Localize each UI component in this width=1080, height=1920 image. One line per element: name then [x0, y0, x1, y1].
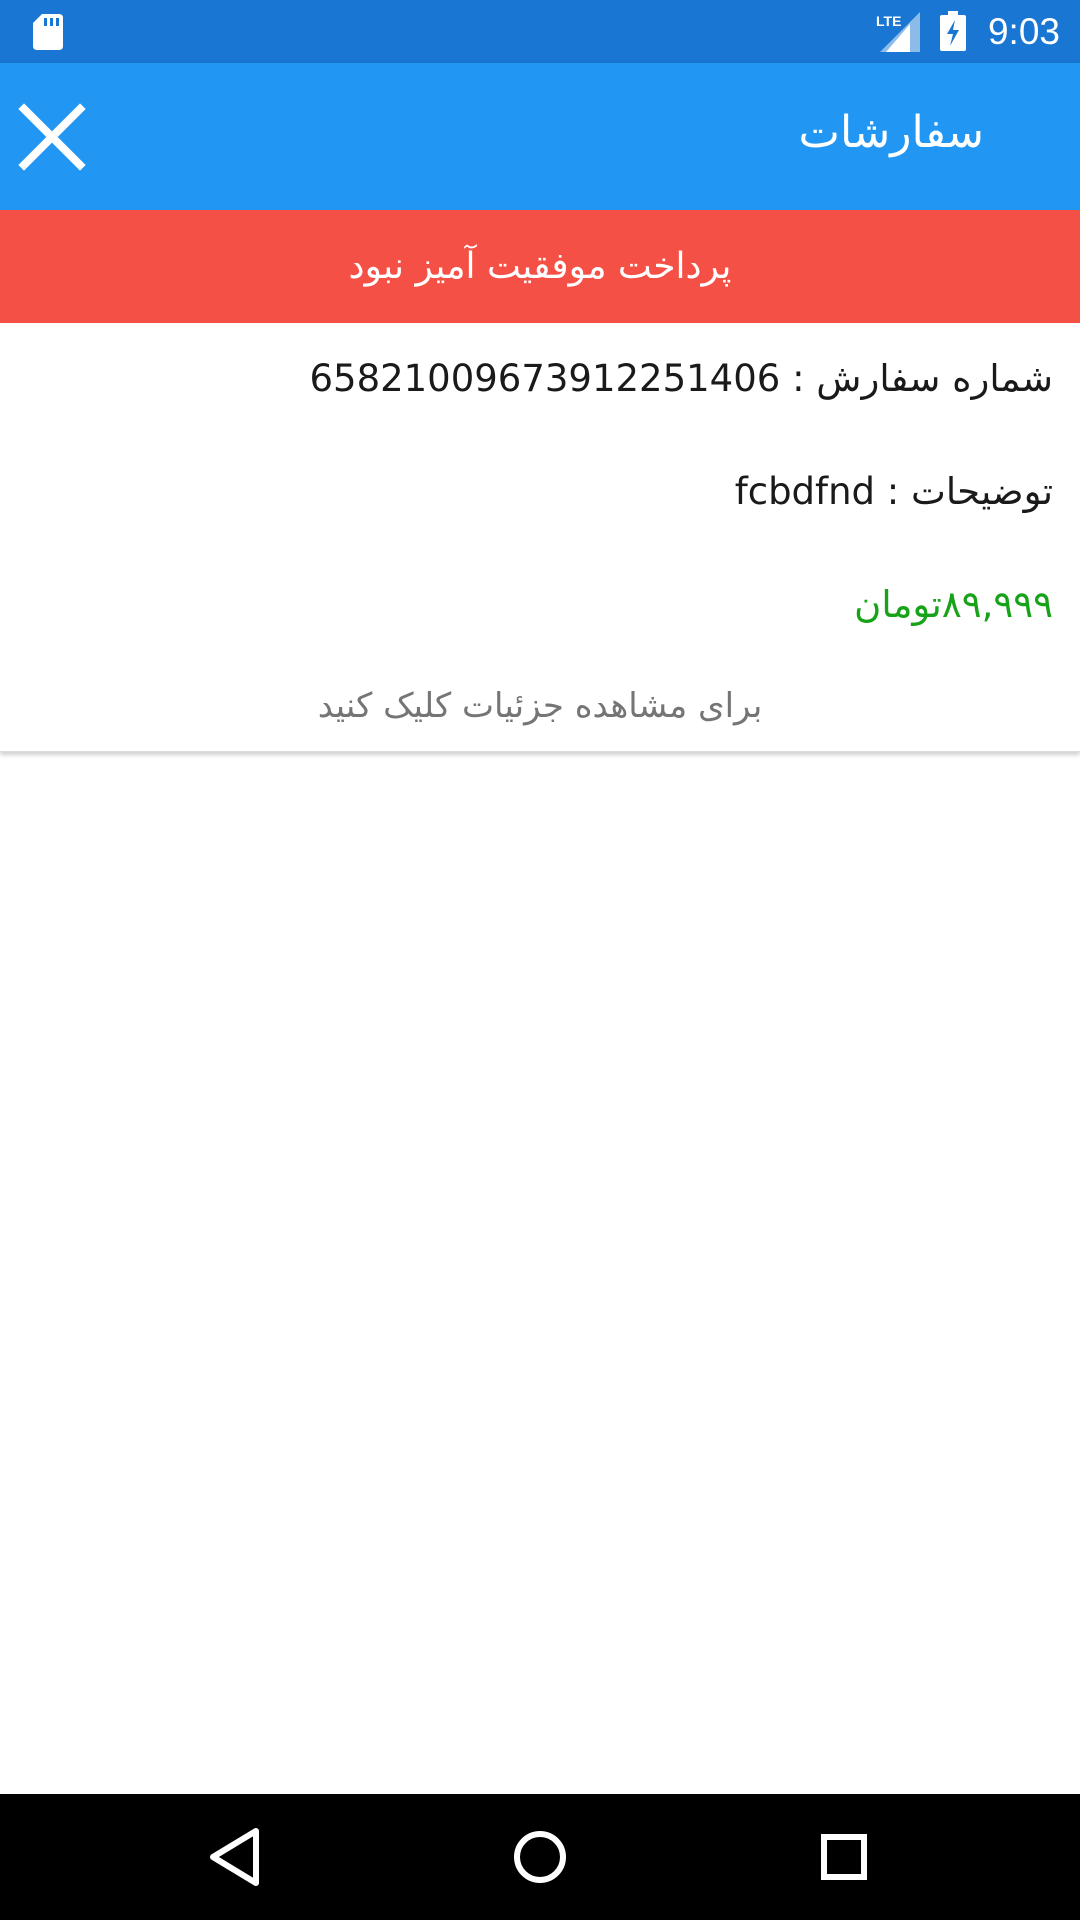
- status-bar: LTE 9:03: [0, 0, 1080, 63]
- payment-failed-banner: پرداخت موفقیت آمیز نبود: [0, 210, 1080, 323]
- recents-icon[interactable]: [804, 1817, 884, 1897]
- svg-text:LTE: LTE: [876, 13, 901, 29]
- lte-signal-icon: LTE: [876, 12, 920, 52]
- home-icon[interactable]: [500, 1817, 580, 1897]
- navigation-bar: [0, 1794, 1080, 1920]
- status-clock: 9:03: [987, 11, 1060, 52]
- order-number-label: شماره سفارش :: [792, 357, 1053, 400]
- page-title: سفارشات: [798, 107, 984, 158]
- order-description-value: fcbdfnd: [734, 470, 876, 513]
- back-icon[interactable]: [196, 1817, 276, 1897]
- sd-card-icon: [33, 14, 63, 50]
- battery-charging-icon: [940, 11, 966, 51]
- order-description-label: توضیحات :: [886, 470, 1053, 513]
- order-number-value: 65821009673912251406: [309, 357, 781, 400]
- order-number-row: شماره سفارش : 65821009673912251406: [309, 353, 1053, 405]
- order-card[interactable]: شماره سفارش : 65821009673912251406 توضیح…: [0, 323, 1080, 752]
- app-bar: سفارشات: [0, 63, 1080, 210]
- close-icon[interactable]: [14, 99, 90, 175]
- order-price: ۸۹,۹۹۹تومان: [854, 583, 1053, 626]
- view-details-link[interactable]: برای مشاهده جزئیات کلیک کنید: [0, 681, 1080, 731]
- order-description-row: توضیحات : fcbdfnd: [735, 466, 1053, 518]
